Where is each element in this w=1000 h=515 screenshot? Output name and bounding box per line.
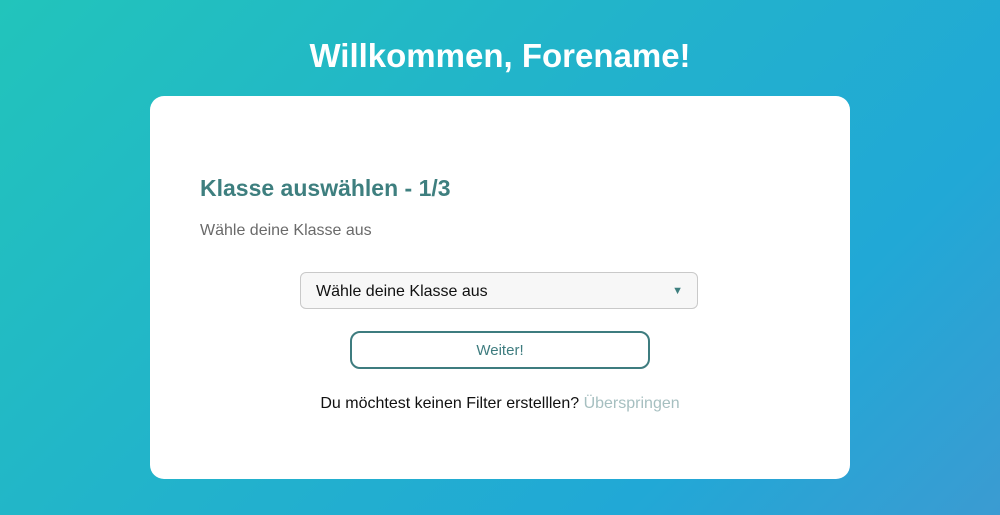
class-select-value: Wähle deine Klasse aus xyxy=(316,283,488,300)
step-title: Klasse auswählen - 1/3 xyxy=(200,175,451,201)
class-select[interactable]: Wähle deine Klasse aus ▼ xyxy=(300,272,698,309)
welcome-heading: Willkommen, Forename! xyxy=(309,37,691,74)
skip-line: Du möchtest keinen Filter erstelllen? Üb… xyxy=(150,394,850,414)
skip-link[interactable]: Überspringen xyxy=(584,395,680,412)
triangle-down-icon: ▼ xyxy=(672,285,683,297)
skip-prompt: Du möchtest keinen Filter erstelllen? xyxy=(320,395,580,412)
onboarding-card: Klasse auswählen - 1/3 Wähle deine Klass… xyxy=(150,96,850,479)
step-description: Wähle deine Klasse aus xyxy=(200,222,372,239)
next-button[interactable]: Weiter! xyxy=(350,331,650,369)
